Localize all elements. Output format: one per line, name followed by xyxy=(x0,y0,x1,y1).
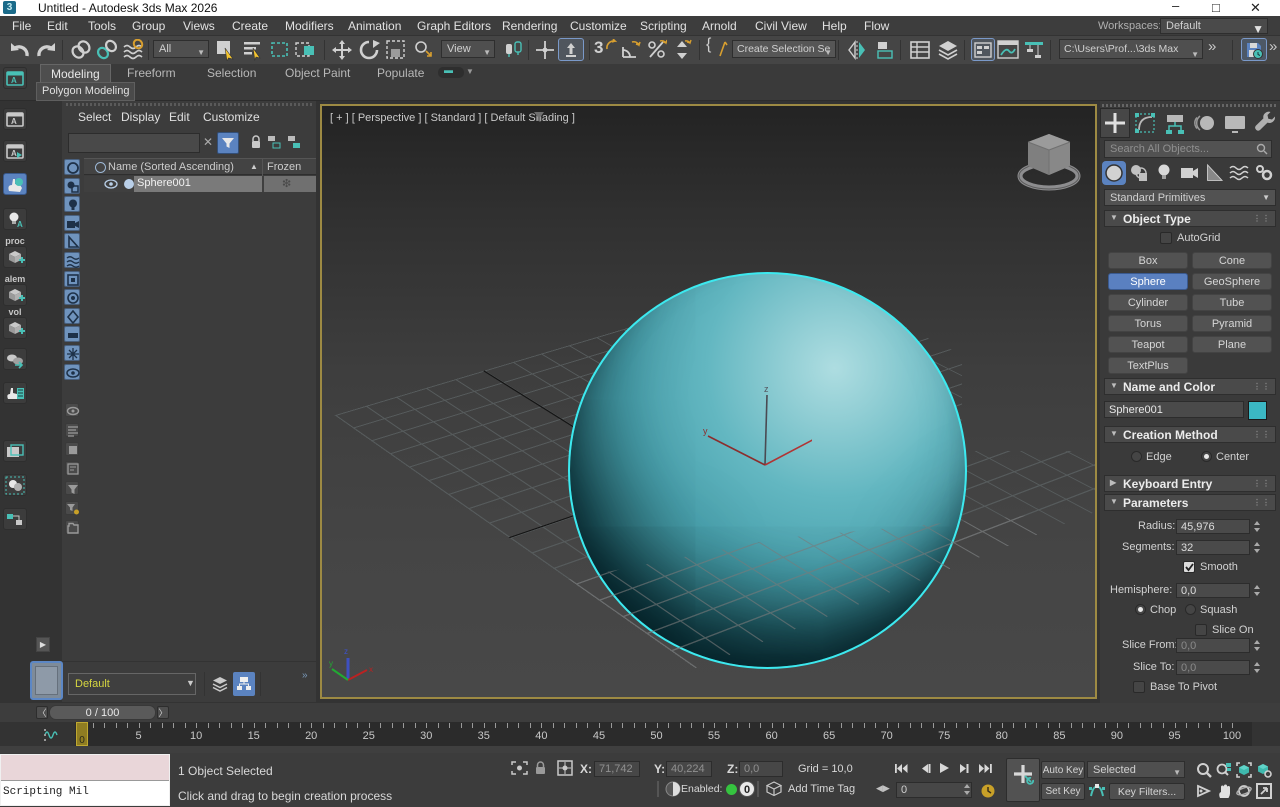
svg-text:A: A xyxy=(17,220,23,229)
svg-text:y: y xyxy=(329,659,333,668)
svg-text:y: y xyxy=(703,426,708,436)
svg-text:A: A xyxy=(11,117,17,126)
svg-text:z: z xyxy=(764,384,769,394)
svg-text:z: z xyxy=(344,647,348,656)
svg-text:A: A xyxy=(11,149,17,158)
svg-text:A: A xyxy=(11,76,17,85)
svg-text:x: x xyxy=(369,665,373,674)
